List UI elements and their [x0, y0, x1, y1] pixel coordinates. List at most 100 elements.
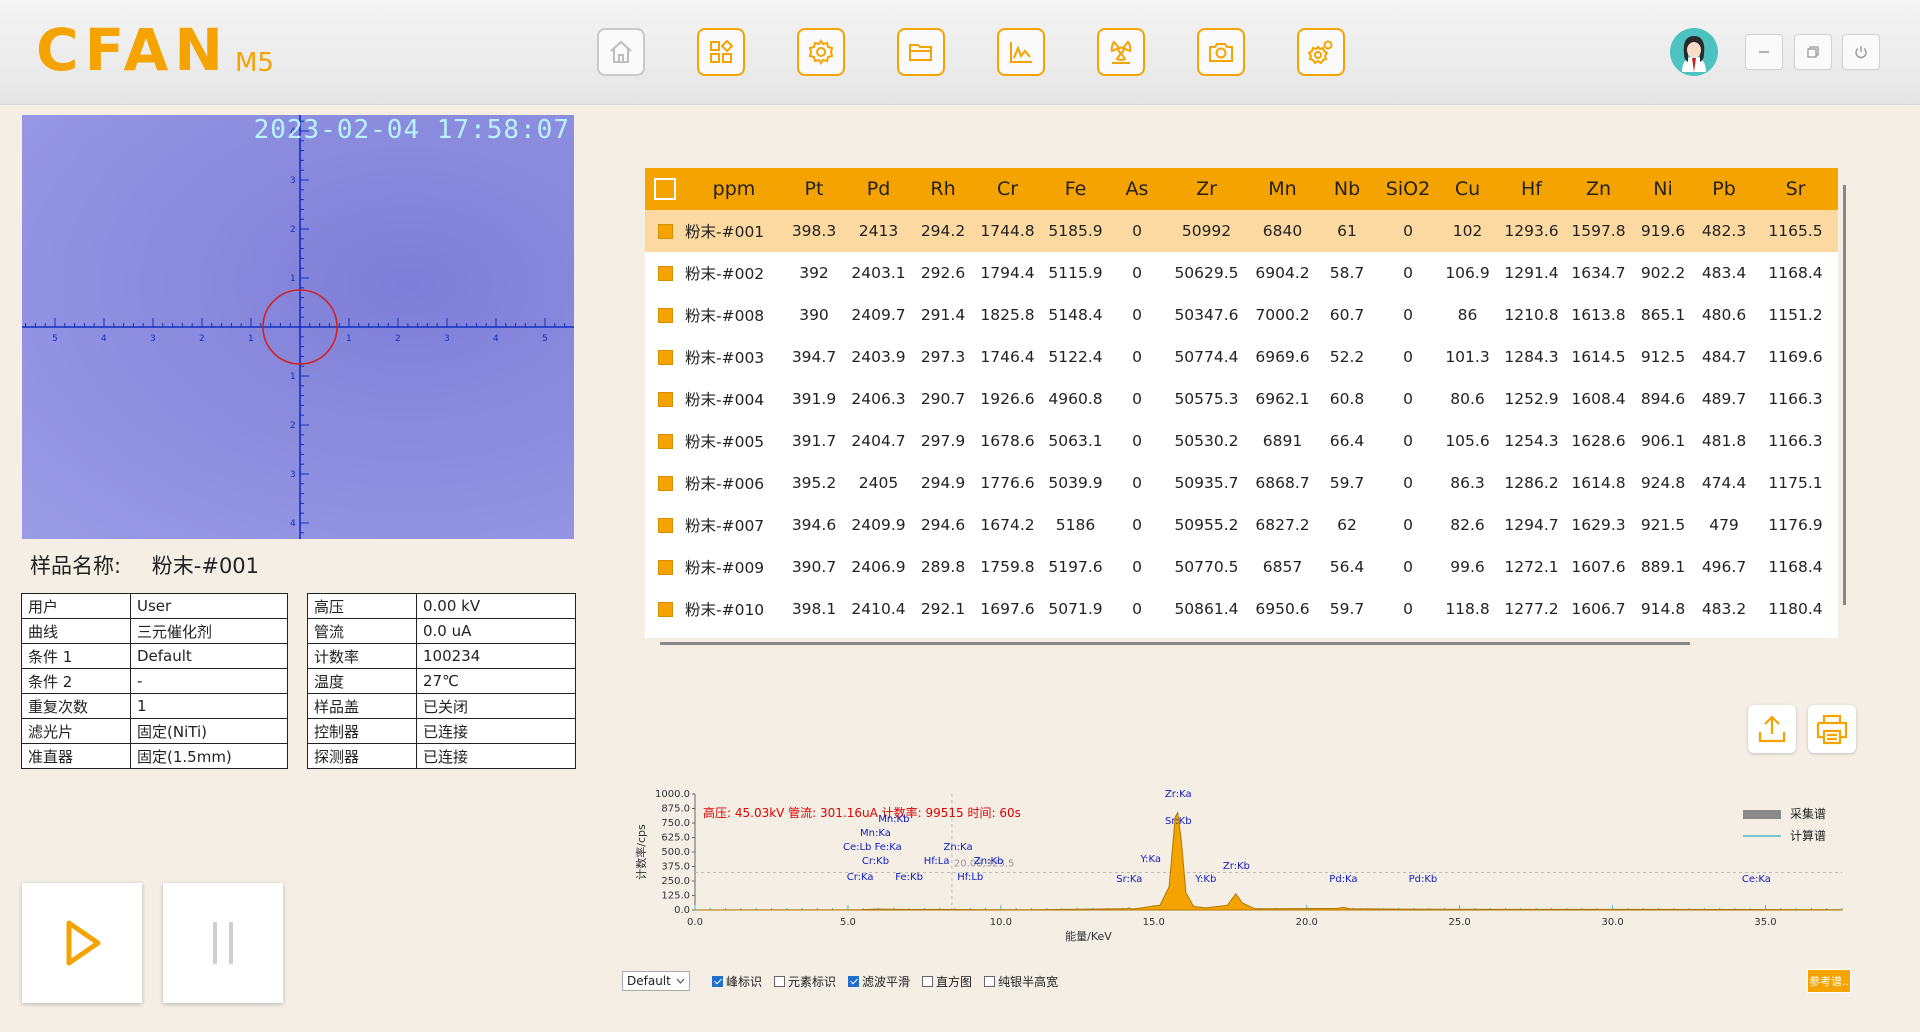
x-tick-label: 30.0 — [1601, 917, 1623, 928]
minimize-button[interactable] — [1745, 34, 1783, 70]
table-row[interactable]: 平均值393.72407.3293.61762.55109.2050737.26… — [645, 630, 1838, 638]
checkbox-option[interactable]: 直方图 — [922, 973, 972, 990]
table-cell: 483.6 — [1695, 630, 1753, 638]
column-header[interactable]: ppm — [685, 168, 783, 210]
table-row[interactable]: 粉末-#007 394.6 2409.9 294.6 1674.2 5186 0 50955.… — [645, 504, 1838, 546]
table-cell: 1597.8 — [1566, 210, 1631, 252]
peak-label: Hf:Lb — [957, 872, 983, 883]
sample-name-cell: 粉末-#003 — [685, 349, 765, 367]
advanced-settings-icon — [1307, 40, 1333, 65]
table-cell: 86 — [1457, 306, 1478, 324]
row-checkbox[interactable] — [645, 336, 685, 378]
table-cell: 914.8 — [1640, 600, 1686, 618]
pause-button[interactable] — [163, 883, 283, 1003]
row-checkbox[interactable] — [645, 588, 685, 630]
peak-label: Mn:Kb — [878, 814, 909, 825]
column-header[interactable]: Sr — [1753, 168, 1838, 210]
column-header[interactable]: Cr — [974, 168, 1041, 210]
column-header[interactable]: Zn — [1566, 168, 1631, 210]
row-checkbox[interactable] — [645, 630, 685, 638]
restore-button[interactable] — [1794, 34, 1832, 70]
row-checkbox[interactable] — [645, 378, 685, 420]
folder-button[interactable] — [897, 28, 945, 76]
column-header[interactable]: Pb — [1695, 168, 1753, 210]
condition-select[interactable]: Default — [622, 971, 690, 991]
row-checkbox[interactable] — [645, 294, 685, 336]
column-header[interactable]: Mn — [1249, 168, 1316, 210]
column-header[interactable]: Zr — [1164, 168, 1249, 210]
column-header[interactable]: Nb — [1316, 168, 1378, 210]
table-row[interactable]: 粉末-#005 391.7 2404.7 297.9 1678.6 5063.1 0 5053… — [645, 420, 1838, 462]
export-button[interactable] — [1748, 705, 1796, 753]
row-checkbox[interactable] — [645, 420, 685, 462]
info-row: 管流 0.0 uA — [307, 618, 576, 644]
chart-button[interactable] — [997, 28, 1045, 76]
logo-text: CFAN — [36, 16, 229, 84]
checkbox-option[interactable]: 纯银半高宽 — [984, 973, 1058, 990]
sample-name-cell: 粉末-#004 — [685, 391, 765, 409]
checkbox-label: 峰标识 — [726, 974, 763, 989]
column-header[interactable]: Cu — [1438, 168, 1497, 210]
column-header[interactable]: Ni — [1631, 168, 1695, 210]
row-checkbox[interactable] — [645, 252, 685, 294]
table-row[interactable]: 粉末-#001 398.3 2413 294.2 1744.8 5185.9 0 50992 6… — [645, 210, 1838, 252]
table-cell: 1613.8 — [1571, 306, 1626, 324]
checkbox-icon — [984, 975, 996, 987]
horizontal-scrollbar[interactable] — [660, 642, 1690, 645]
select-all-checkbox[interactable] — [645, 168, 685, 210]
checkbox-option[interactable]: 元素标识 — [774, 973, 836, 990]
scale-label: 4 — [493, 334, 499, 344]
table-cell: 0 — [1132, 390, 1142, 408]
radiation-button[interactable] — [1097, 28, 1145, 76]
camera-view[interactable]: 112233445511223344 2023-02-04 17:58:07 — [22, 115, 574, 539]
column-header[interactable]: Fe — [1041, 168, 1110, 210]
table-row[interactable]: 粉末-#008 390 2409.7 291.4 1825.8 5148.4 0 50347.… — [645, 294, 1838, 336]
pause-icon — [213, 922, 233, 964]
x-tick-label: 20.0 — [1296, 917, 1318, 928]
sample-name-cell: 粉末-#007 — [685, 517, 765, 535]
app-logo: CFAN M5 — [36, 20, 274, 80]
column-header[interactable]: Pt — [783, 168, 845, 210]
table-cell: 5197.6 — [1048, 558, 1103, 576]
settings-button[interactable] — [797, 28, 845, 76]
column-header[interactable]: As — [1110, 168, 1164, 210]
row-checkbox[interactable] — [645, 210, 685, 252]
print-button[interactable] — [1808, 705, 1856, 753]
power-icon — [1855, 46, 1867, 59]
column-header[interactable]: Hf — [1497, 168, 1566, 210]
table-cell: 297.3 — [920, 348, 966, 366]
scale-label: 4 — [101, 334, 107, 344]
table-cell: 394.6 — [791, 516, 837, 534]
column-header[interactable]: Rh — [912, 168, 974, 210]
vertical-scrollbar[interactable] — [1843, 185, 1846, 605]
reference-spectrum-button[interactable]: 参考谱.. — [1807, 969, 1851, 993]
checkbox-option[interactable]: 滤波平滑 — [848, 973, 910, 990]
table-cell: 0 — [1132, 306, 1142, 324]
table-row[interactable]: 粉末-#006 395.2 2405 294.9 1776.6 5039.9 0 50935.… — [645, 462, 1838, 504]
column-header[interactable]: Pd — [845, 168, 912, 210]
spectrum-chart[interactable]: 1000.0 875.0 750.0 625.0 500.0 375.0 250.0 125.… — [630, 782, 1850, 982]
table-row[interactable]: 粉末-#010 398.1 2410.4 292.1 1697.6 5071.9 0 5086… — [645, 588, 1838, 630]
info-key: 控制器 — [307, 718, 417, 744]
checkbox-option[interactable]: 峰标识 — [712, 973, 762, 990]
user-avatar[interactable] — [1670, 28, 1718, 76]
sample-name-value: 粉末-#001 — [151, 554, 260, 578]
power-button[interactable] — [1842, 34, 1880, 70]
home-button[interactable] — [597, 28, 645, 76]
sample-name-cell: 粉末-#001 — [685, 210, 783, 252]
camera-button[interactable] — [1197, 28, 1245, 76]
row-checkbox[interactable] — [645, 504, 685, 546]
table-row[interactable]: 粉末-#003 394.7 2403.9 297.3 1746.4 5122.4 0 5077… — [645, 336, 1838, 378]
apps-button[interactable] — [697, 28, 745, 76]
info-row: 曲线 三元催化剂 — [21, 618, 288, 644]
start-button[interactable] — [22, 883, 142, 1003]
row-checkbox[interactable] — [645, 462, 685, 504]
table-cell: 0 — [1132, 474, 1142, 492]
row-checkbox[interactable] — [645, 546, 685, 588]
table-row[interactable]: 粉末-#002 392 2403.1 292.6 1794.4 5115.9 0 50629.… — [645, 252, 1838, 294]
table-row[interactable]: 粉末-#009 390.7 2406.9 289.8 1759.8 5197.6 0 5077… — [645, 546, 1838, 588]
advanced-settings-button[interactable] — [1297, 28, 1345, 76]
table-cell: 1608.4 — [1571, 390, 1626, 408]
column-header[interactable]: SiO2 — [1378, 168, 1438, 210]
table-row[interactable]: 粉末-#004 391.9 2406.3 290.7 1926.6 4960.8 0 5057… — [645, 378, 1838, 420]
